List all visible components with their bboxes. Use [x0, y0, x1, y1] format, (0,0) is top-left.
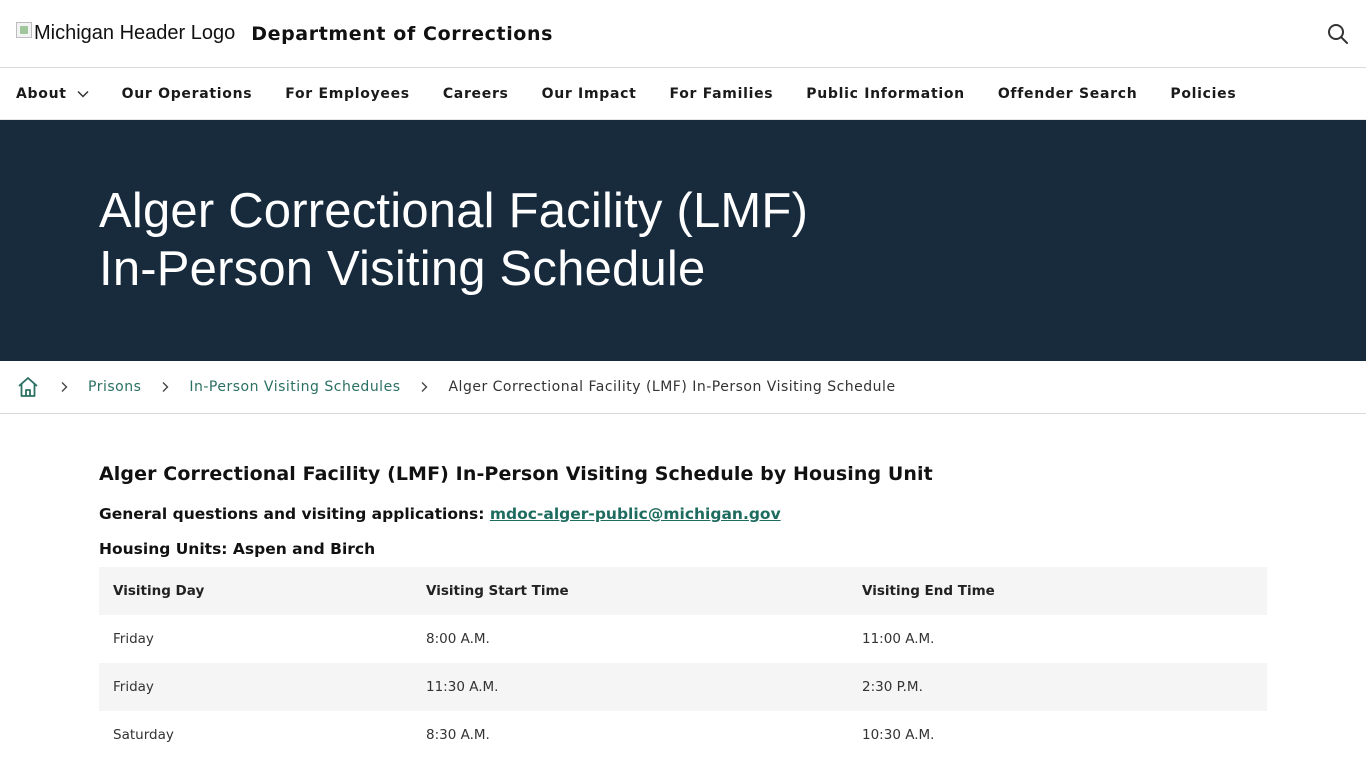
broken-image-icon	[16, 21, 32, 38]
chevron-down-icon	[77, 90, 89, 98]
nav-item-our-operations[interactable]: Our Operations	[122, 86, 253, 102]
nav-item-about[interactable]: About	[16, 86, 89, 102]
michigan-header-logo[interactable]: Michigan Header Logo	[16, 20, 235, 48]
chevron-right-icon	[61, 382, 68, 392]
table-row: Saturday 8:30 A.M. 10:30 A.M.	[99, 711, 1267, 759]
page-title-line-2: In-Person Visiting Schedule	[99, 242, 706, 296]
table-cell-end: 2:30 P.M.	[848, 663, 1267, 711]
table-cell-end: 10:30 A.M.	[848, 711, 1267, 759]
chevron-right-icon	[162, 382, 169, 392]
column-header-start-time: Visiting Start Time	[412, 567, 848, 615]
table-row: Friday 11:30 A.M. 2:30 P.M.	[99, 663, 1267, 711]
table-cell-end: 11:00 A.M.	[848, 615, 1267, 663]
nav-item-policies[interactable]: Policies	[1170, 86, 1236, 102]
contact-label: General questions and visiting applicati…	[99, 505, 485, 523]
column-header-end-time: Visiting End Time	[848, 567, 1267, 615]
page-title-line-1: Alger Correctional Facility (LMF)	[99, 184, 809, 238]
table-cell-day: Friday	[99, 615, 412, 663]
breadcrumb-link-visiting-schedules[interactable]: In-Person Visiting Schedules	[189, 379, 400, 395]
table-cell-start: 8:00 A.M.	[412, 615, 848, 663]
search-button[interactable]	[1326, 22, 1350, 46]
section-heading: Alger Correctional Facility (LMF) In-Per…	[99, 463, 933, 485]
table-cell-start: 8:30 A.M.	[412, 711, 848, 759]
main-nav: About Our Operations For Employees Caree…	[0, 68, 1366, 120]
nav-item-for-employees[interactable]: For Employees	[285, 86, 410, 102]
chevron-right-icon	[421, 382, 428, 392]
table-cell-day: Friday	[99, 663, 412, 711]
nav-item-offender-search[interactable]: Offender Search	[998, 86, 1138, 102]
table-cell-day: Saturday	[99, 711, 412, 759]
breadcrumb-current: Alger Correctional Facility (LMF) In-Per…	[448, 379, 896, 395]
page-hero: Alger Correctional Facility (LMF) In-Per…	[0, 120, 1366, 361]
table-header-row: Visiting Day Visiting Start Time Visitin…	[99, 567, 1267, 615]
main-content: Alger Correctional Facility (LMF) In-Per…	[0, 414, 1366, 759]
site-title[interactable]: Department of Corrections	[251, 23, 553, 45]
page-title: Alger Correctional Facility (LMF) In-Per…	[99, 182, 1366, 298]
nav-item-our-impact[interactable]: Our Impact	[542, 86, 637, 102]
site-header: Michigan Header Logo Department of Corre…	[0, 0, 1366, 68]
nav-item-public-information[interactable]: Public Information	[806, 86, 965, 102]
table-cell-start: 11:30 A.M.	[412, 663, 848, 711]
nav-item-for-families[interactable]: For Families	[670, 86, 774, 102]
nav-item-label: About	[16, 85, 67, 102]
contact-email-link[interactable]: mdoc-alger-public@michigan.gov	[490, 505, 781, 523]
column-header-visiting-day: Visiting Day	[99, 567, 412, 615]
search-icon	[1328, 24, 1348, 44]
logo-alt-text: Michigan Header Logo	[34, 22, 236, 44]
visiting-schedule-table: Visiting Day Visiting Start Time Visitin…	[99, 567, 1267, 759]
table-row: Friday 8:00 A.M. 11:00 A.M.	[99, 615, 1267, 663]
housing-units-label: Housing Units: Aspen and Birch	[99, 540, 376, 558]
breadcrumb-link-prisons[interactable]: Prisons	[88, 379, 141, 395]
contact-line: General questions and visiting applicati…	[99, 505, 1267, 523]
breadcrumb: Prisons In-Person Visiting Schedules Alg…	[0, 361, 1366, 414]
nav-item-careers[interactable]: Careers	[443, 86, 509, 102]
home-icon[interactable]	[16, 375, 40, 399]
